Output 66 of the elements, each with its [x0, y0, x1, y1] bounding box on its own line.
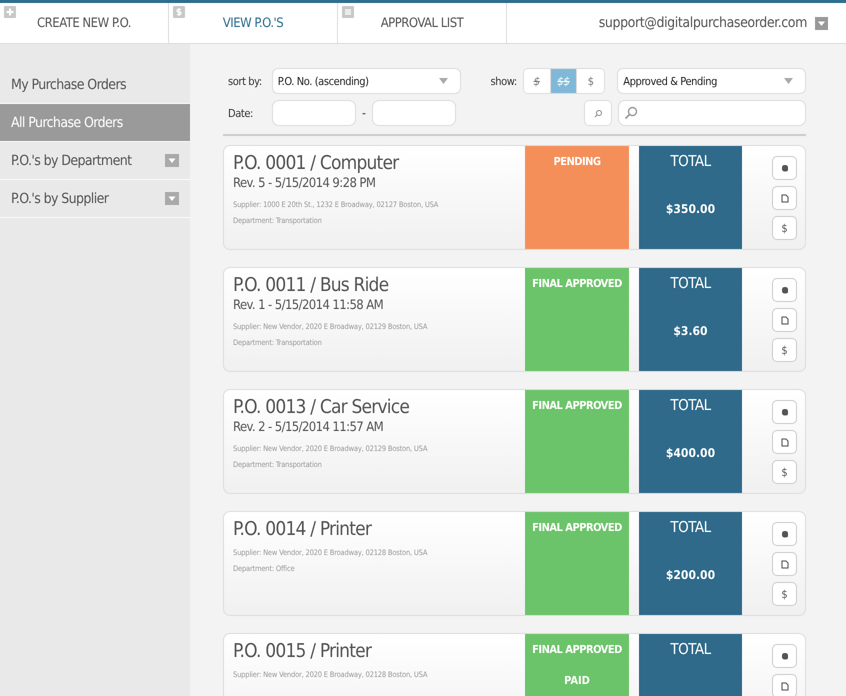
- document-icon: [780, 560, 788, 568]
- status-text: FINAL APPROVED: [532, 399, 622, 412]
- total-amount: $200.00: [666, 568, 716, 582]
- order-revision: Rev. 5 - 5/15/2014 9:28 PM: [233, 175, 376, 193]
- date-from-field[interactable]: [272, 100, 356, 126]
- pay-button[interactable]: $: [772, 460, 797, 484]
- document-button[interactable]: [772, 552, 797, 576]
- date-label: Date:: [228, 106, 254, 120]
- search-icon: [594, 108, 602, 118]
- document-icon: [780, 316, 788, 324]
- document-button[interactable]: [772, 186, 797, 210]
- dollar-icon: [173, 6, 185, 18]
- date-to-field[interactable]: [372, 100, 456, 126]
- list-icon: [342, 6, 354, 18]
- status-text: FINAL APPROVED: [532, 521, 622, 534]
- pay-button[interactable]: $: [772, 338, 797, 362]
- total-label: TOTAL: [670, 640, 711, 658]
- hand-button[interactable]: [772, 400, 797, 424]
- total-label: TOTAL: [670, 396, 711, 414]
- sidebar-item[interactable]: P.O.'s by Department: [0, 142, 190, 180]
- total-amount: $350.00: [666, 202, 716, 216]
- dropdown-icon[interactable]: [815, 16, 828, 30]
- order-title: P.O. 0013 / Car Service: [233, 395, 410, 419]
- pay-button[interactable]: $: [772, 582, 797, 606]
- plus-icon: [4, 6, 16, 18]
- document-icon: [780, 194, 788, 202]
- search-icon: [624, 106, 638, 120]
- caret-icon: [438, 78, 448, 84]
- account-email[interactable]: support@digitalpurchaseorder.com: [598, 15, 807, 31]
- order-revision: Rev. 1 - 5/15/2014 11:58 AM: [233, 297, 384, 315]
- hand-button[interactable]: [772, 644, 797, 668]
- total-amount: $400.00: [666, 446, 716, 460]
- document-button[interactable]: [772, 308, 797, 332]
- hand-button[interactable]: [772, 156, 797, 180]
- pay-button[interactable]: $: [772, 216, 797, 240]
- show-label: show:: [490, 74, 517, 88]
- hand-button[interactable]: [772, 522, 797, 546]
- document-button[interactable]: [772, 674, 797, 696]
- order-revision: Rev. 2 - 5/15/2014 11:57 AM: [233, 419, 384, 437]
- total-label: TOTAL: [670, 152, 711, 170]
- nav-tab[interactable]: VIEW P.O.'S: [169, 3, 338, 43]
- date-separator: -: [362, 106, 366, 120]
- total-amount: $3.60: [673, 324, 708, 338]
- document-button[interactable]: [772, 430, 797, 454]
- order-title: P.O. 0014 / Printer: [233, 517, 373, 541]
- order-title: P.O. 0011 / Bus Ride: [233, 273, 390, 297]
- nav-tab[interactable]: APPROVAL LIST: [338, 3, 507, 43]
- nav-tab[interactable]: CREATE NEW P.O.: [0, 3, 169, 43]
- order-title: P.O. 0015 / Printer: [233, 639, 373, 663]
- show-toggle[interactable]: $: [524, 69, 551, 93]
- sort-label: sort by:: [228, 74, 263, 88]
- document-icon: [780, 438, 788, 446]
- search-field[interactable]: [618, 100, 806, 126]
- status-text: PENDING: [553, 155, 601, 168]
- document-icon: [780, 682, 788, 690]
- total-label: TOTAL: [670, 518, 711, 536]
- sidebar-item[interactable]: P.O.'s by Supplier: [0, 180, 190, 218]
- status-text: FINAL APPROVED: [532, 277, 622, 290]
- sort-dropdown[interactable]: P.O. No. (ascending): [272, 68, 460, 94]
- status-dropdown[interactable]: Approved & Pending: [617, 68, 806, 94]
- hand-button[interactable]: [772, 278, 797, 302]
- order-title: P.O. 0001 / Computer: [233, 151, 400, 175]
- caret-icon: [784, 78, 793, 84]
- total-label: TOTAL: [670, 274, 711, 292]
- status-text: FINAL APPROVED: [532, 643, 622, 656]
- paid-text: PAID: [564, 674, 590, 687]
